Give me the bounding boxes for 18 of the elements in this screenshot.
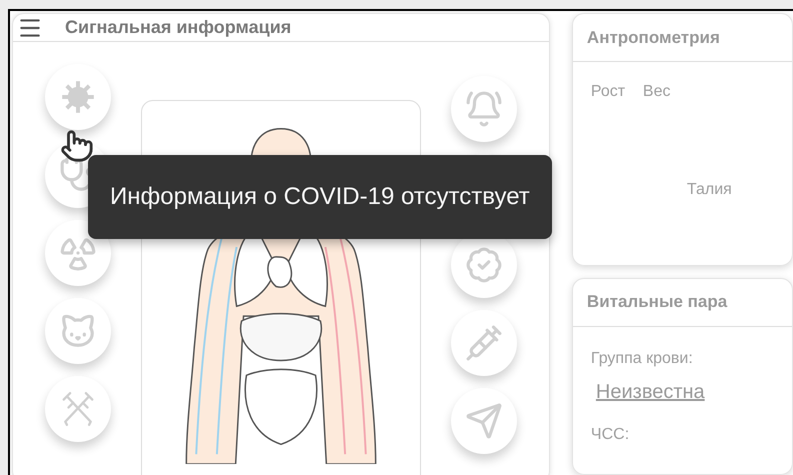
field-label: Вес — [642, 82, 672, 102]
bell-icon — [464, 90, 503, 128]
panel-title: Сигнальная информация — [65, 16, 292, 39]
badge-check-icon — [464, 246, 503, 284]
syringe-icon — [464, 324, 503, 362]
virus-icon — [59, 78, 97, 116]
paper-plane-icon — [464, 402, 503, 440]
field-label: Талия — [686, 180, 733, 200]
cat-icon — [59, 312, 97, 350]
round-icon-button[interactable] — [45, 220, 111, 286]
field-label: ЧСС: — [590, 424, 630, 445]
tooltip: Информация о COVID-19 отсутствует — [88, 155, 552, 239]
field-label: Рост — [590, 82, 626, 102]
hand-cursor-icon — [60, 129, 94, 163]
card-title: Антропометрия — [586, 26, 720, 49]
card-title: Витальные пара — [586, 291, 728, 314]
field-label: Группа крови: — [590, 348, 693, 369]
blood-group-link[interactable]: Неизвестна — [596, 376, 705, 407]
